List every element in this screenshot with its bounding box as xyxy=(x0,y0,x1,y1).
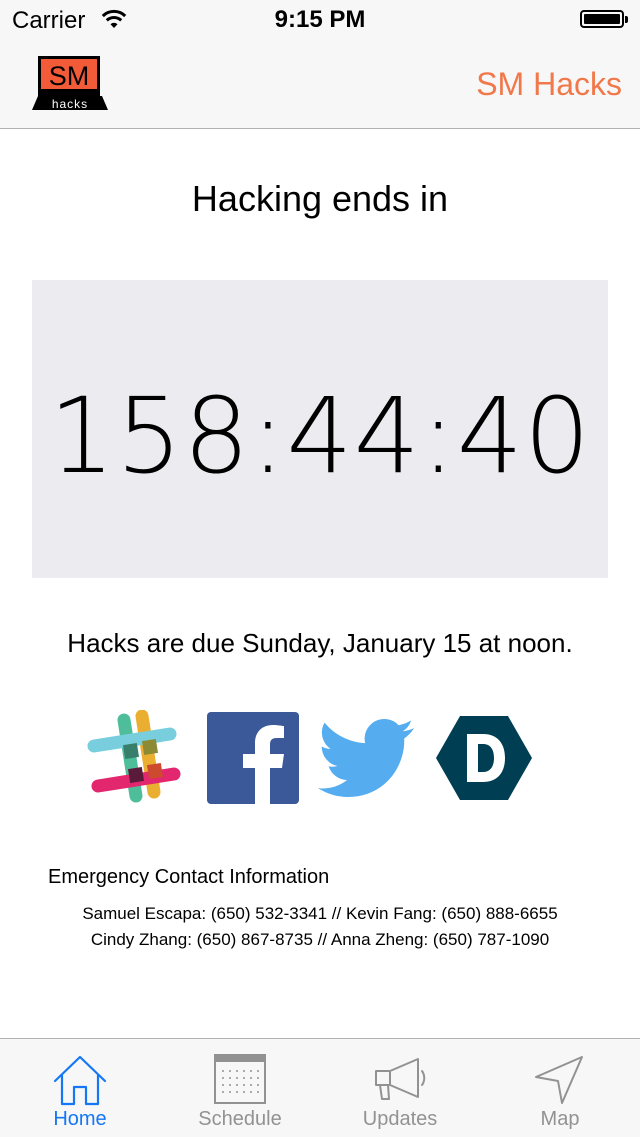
tab-map[interactable]: Map xyxy=(480,1039,640,1137)
countdown-panel: 158:44:40 xyxy=(32,280,608,578)
facebook-icon[interactable] xyxy=(207,712,299,804)
navigation-bar: SM hacks SM Hacks xyxy=(0,40,640,129)
tab-schedule[interactable]: Schedule xyxy=(160,1039,320,1137)
clock: 9:15 PM xyxy=(274,6,366,33)
tab-map-label: Map xyxy=(540,1108,580,1130)
calendar-icon xyxy=(214,1054,266,1104)
status-bar: Carrier 9:15 PM xyxy=(0,0,640,40)
battery-icon xyxy=(580,10,628,28)
emergency-contacts-line-2: Cindy Zhang: (650) 867-8735 // Anna Zhen… xyxy=(90,930,550,949)
countdown-heading: Hacking ends in xyxy=(191,178,449,219)
logo-text-hacks: hacks xyxy=(52,97,88,111)
logo-text-sm: SM xyxy=(49,61,90,91)
tab-updates-label: Updates xyxy=(362,1108,438,1130)
tab-schedule-label: Schedule xyxy=(198,1108,282,1130)
sm-hacks-logo: SM hacks xyxy=(32,56,108,111)
due-date-text: Hacks are due Sunday, January 15 at noon… xyxy=(67,628,573,658)
emergency-title: Emergency Contact Information xyxy=(48,866,330,888)
emergency-contacts-line-1: Samuel Escapa: (650) 532-3341 // Kevin F… xyxy=(82,904,558,923)
countdown-timer: 158:44:40 xyxy=(48,375,592,497)
slack-icon[interactable] xyxy=(86,710,182,806)
nav-title: SM Hacks xyxy=(476,66,622,102)
megaphone-icon xyxy=(375,1058,426,1100)
tab-home[interactable]: Home xyxy=(0,1039,160,1137)
devpost-icon[interactable] xyxy=(436,710,532,806)
tab-updates[interactable]: Updates xyxy=(320,1039,480,1137)
twitter-icon[interactable] xyxy=(318,710,414,806)
tab-home-label: Home xyxy=(53,1108,107,1130)
home-icon xyxy=(53,1055,107,1106)
location-arrow-icon xyxy=(535,1056,583,1104)
tab-bar: Home Schedule Updates Map xyxy=(0,1038,640,1137)
